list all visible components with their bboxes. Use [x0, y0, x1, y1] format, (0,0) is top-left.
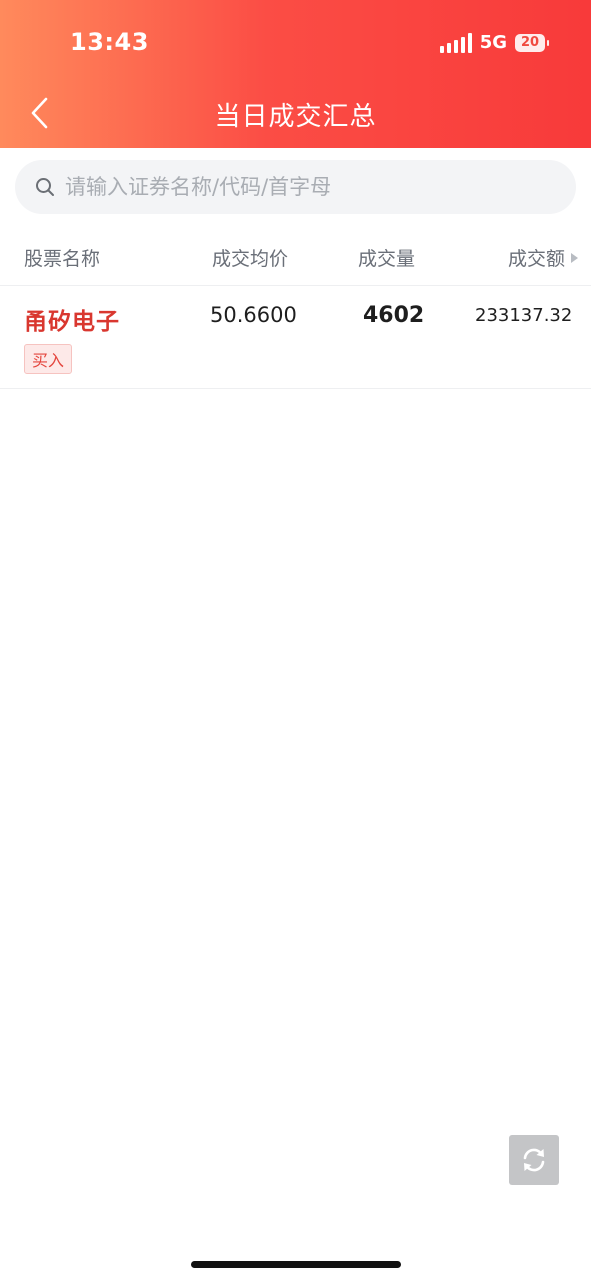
row-divider [0, 388, 591, 389]
status-indicators: 5G 20 [439, 32, 549, 53]
network-type: 5G [479, 32, 507, 53]
search-input[interactable] [63, 174, 547, 200]
home-indicator[interactable] [191, 1261, 401, 1268]
column-header-amount[interactable]: 成交额 [508, 244, 579, 271]
stock-name: 甬矽电子 [24, 309, 120, 335]
search-icon [36, 178, 54, 196]
refresh-icon [523, 1148, 545, 1172]
trade-amount: 233137.32 [475, 305, 573, 326]
avg-price: 50.6600 [210, 303, 297, 327]
battery-level: 20 [520, 35, 540, 50]
app-header: 13:43 5G 20 当日成交汇总 [0, 0, 591, 148]
column-header-amount-label: 成交额 [508, 248, 566, 270]
column-header-volume: 成交量 [358, 248, 416, 270]
trade-side-badge: 买入 [24, 344, 73, 374]
sort-right-icon [571, 252, 579, 263]
search-bar[interactable] [15, 160, 576, 214]
refresh-button[interactable] [509, 1135, 559, 1185]
battery-icon: 20 [515, 33, 549, 52]
status-time: 13:43 [70, 28, 149, 56]
column-header-name: 股票名称 [24, 248, 101, 270]
trade-volume: 4602 [363, 303, 425, 328]
table-row[interactable]: 甬矽电子 买入 50.6600 4602 233137.32 [0, 286, 591, 388]
signal-icon [439, 32, 472, 53]
page-title: 当日成交汇总 [214, 102, 377, 132]
column-header-avg-price: 成交均价 [212, 248, 289, 270]
